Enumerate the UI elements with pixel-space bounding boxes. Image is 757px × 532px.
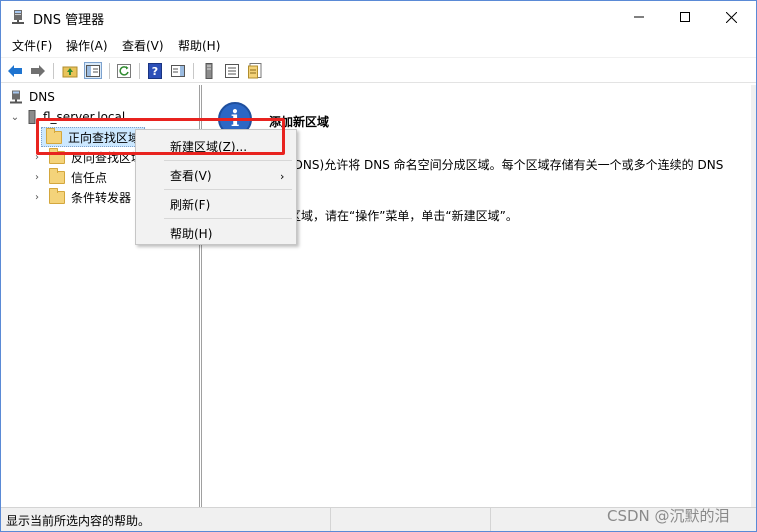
ctx-view[interactable]: 查看(V) [170,167,212,184]
pane-edge [751,85,756,507]
folder-icon [49,187,65,204]
refresh-button[interactable] [115,62,133,79]
show-hide-tree-icon [86,64,100,77]
back-arrow-icon [8,64,22,77]
maximize-button[interactable] [662,1,708,33]
menu-file[interactable]: 文件(F) [12,37,52,54]
watermark-text: CSDN @沉默的泪 [607,507,730,525]
title-bar[interactable]: DNS 管理器 [1,1,756,33]
forward-arrow-icon [31,64,45,77]
status-text: 显示当前所选内容的帮助。 [6,514,151,528]
minimize-button[interactable] [616,1,662,33]
tree-root-label: DNS [29,90,55,104]
folder-icon [49,167,65,184]
chevron-right-icon: › [280,170,285,183]
back-button[interactable] [6,62,24,79]
toolbar-separator [193,63,194,79]
help-icon: ? [148,62,162,79]
menu-view[interactable]: 查看(V) [122,37,164,54]
server-button[interactable] [200,62,218,79]
properties-icon [248,62,262,78]
up-folder-icon [62,66,78,77]
toolbar-separator [139,63,140,79]
highlight-annotation-box [36,118,285,155]
tree-item-label: 信任点 [71,170,108,185]
dns-manager-window: DNS 管理器 文件(F) 操作(A) 查看(V) 帮助(H) ? DNS ⌄ … [0,0,757,532]
info-text-line: (DNS)允许将 DNS 命名空间分成区域。每个区域存储有关一个或多个连续的 D… [289,158,724,172]
ctx-help[interactable]: 帮助(H) [170,225,212,242]
close-button[interactable] [708,1,754,33]
close-icon [725,11,737,23]
tree-root-dns[interactable]: DNS [9,87,55,107]
action-pane-button[interactable] [169,62,187,79]
tree-item-trust-points[interactable]: › 信任点 [31,167,107,187]
window-title: DNS 管理器 [33,13,105,28]
toolbar-separator [53,63,54,79]
menu-separator [164,189,292,190]
forward-button[interactable] [29,62,47,79]
menu-separator [164,218,292,219]
properties-button[interactable] [246,62,264,79]
refresh-icon [117,63,131,78]
menu-bar: 文件(F) 操作(A) 查看(V) 帮助(H) [1,34,756,56]
show-hide-tree-button[interactable] [84,62,102,79]
tree-item-label: 条件转发器 [71,190,132,205]
svg-text:?: ? [152,65,158,78]
list-button[interactable] [223,62,241,79]
list-icon [225,63,239,78]
menu-action[interactable]: 操作(A) [66,37,108,54]
server-icon [205,62,213,79]
maximize-icon [680,12,690,22]
ctx-refresh[interactable]: 刷新(F) [170,196,210,213]
chevron-right-icon[interactable]: › [31,172,43,183]
dns-server-icon [10,90,22,104]
dns-server-icon [12,10,24,24]
toolbar-separator [109,63,110,79]
help-button[interactable]: ? [146,62,164,79]
menu-separator [164,160,292,161]
menu-help[interactable]: 帮助(H) [178,37,220,54]
up-button[interactable] [61,62,79,79]
action-pane-icon [171,64,185,77]
tree-item-conditional-forwarders[interactable]: › 条件转发器 [31,187,131,207]
chevron-right-icon[interactable]: › [31,192,43,203]
toolbar: ? [1,57,756,83]
info-text-line: 区域，请在“操作”菜单，单击“新建区域”。 [289,209,518,223]
status-cell: 显示当前所选内容的帮助。 [1,508,331,531]
status-cell [331,508,491,531]
minimize-icon [634,16,644,18]
chevron-down-icon[interactable]: ⌄ [9,112,21,123]
